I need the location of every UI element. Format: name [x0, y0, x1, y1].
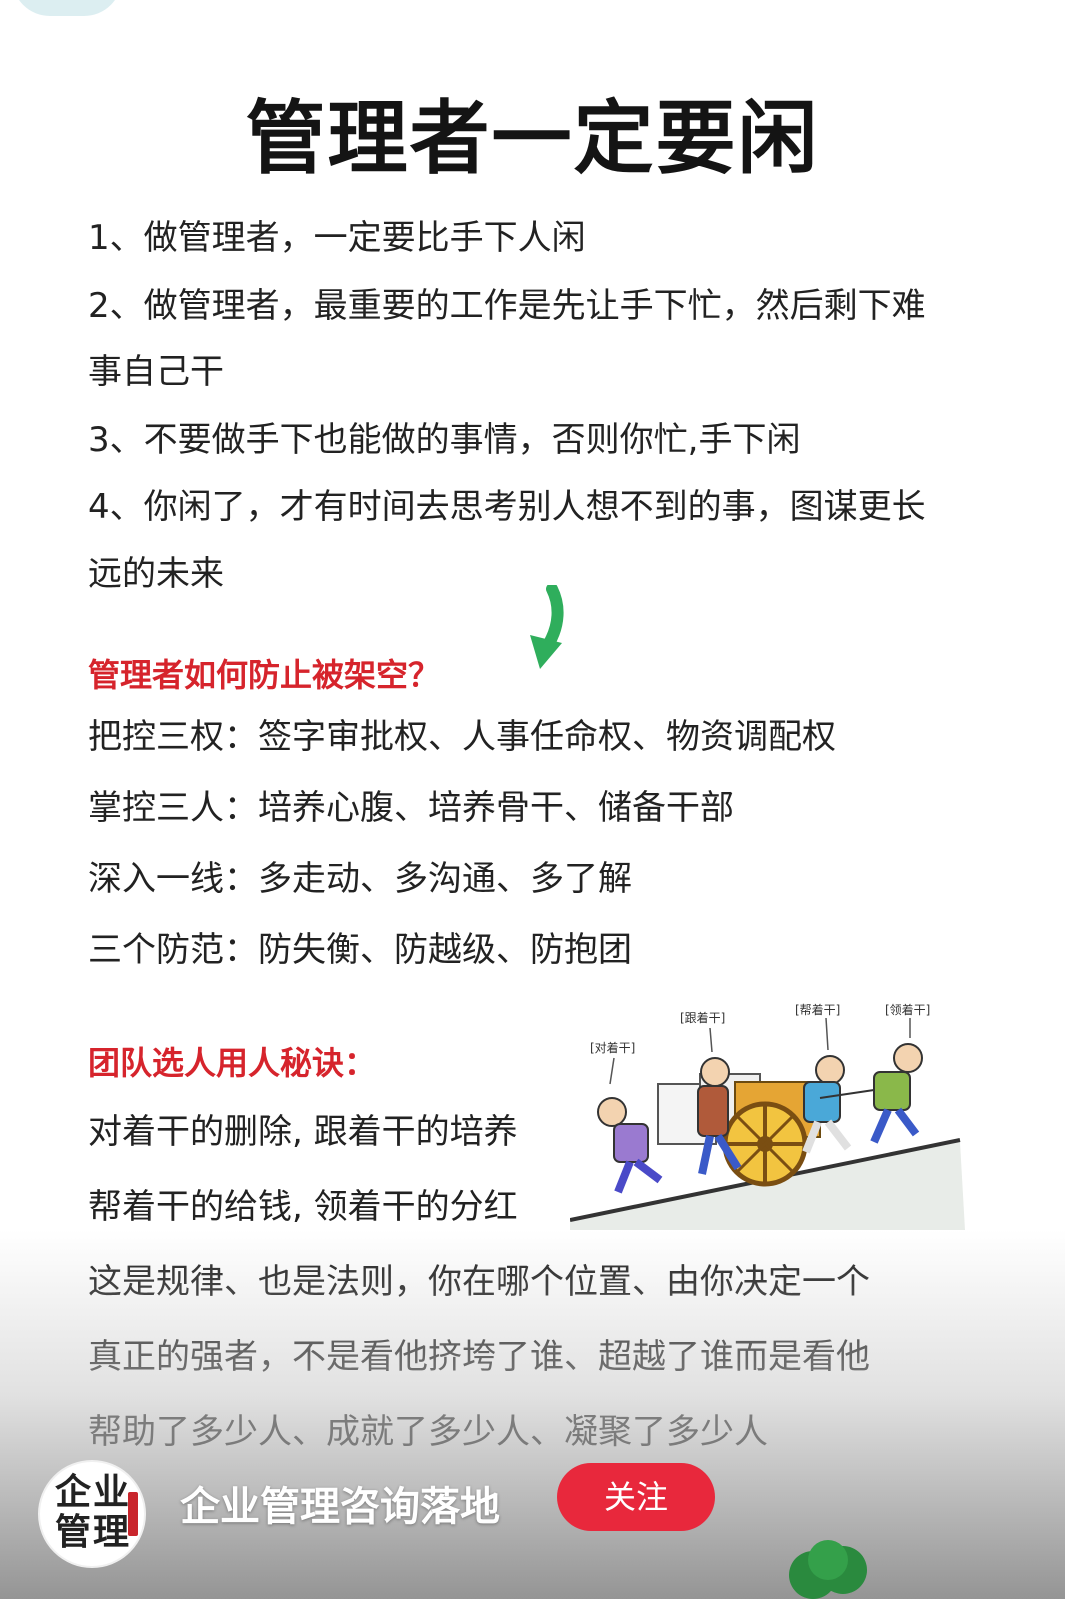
point-line: 事自己干	[88, 352, 224, 392]
list-item: 真正的强者，不是看他挤垮了谁、超越了谁而是看他	[88, 1337, 870, 1377]
illustration-label: [跟着干]	[680, 1010, 725, 1025]
avatar-logo-text: 企业管理	[54, 1471, 131, 1553]
list-item: 掌控三人：培养心腹、培养骨干、储备干部	[88, 788, 734, 828]
cart-pushing-illustration: [对着干] [跟着干] [帮着干] [领着干]	[570, 1002, 965, 1230]
video-author-bar	[0, 1455, 1065, 1599]
list-item: 三个防范：防失衡、防越级、防抱团	[88, 930, 632, 970]
green-arrow-icon	[530, 585, 564, 669]
illustration-label: [领着干]	[885, 1002, 930, 1017]
seal-stamp-icon	[128, 1492, 138, 1536]
section-heading: 管理者如何防止被架空？	[88, 656, 441, 694]
section-heading: 团队选人用人秘诀：	[88, 1044, 377, 1082]
list-item: 对着干的删除, 跟着干的培养	[88, 1112, 518, 1152]
channel-name[interactable]: 企业管理咨询落地	[180, 1474, 500, 1532]
point-line: 3、不要做手下也能做的事情，否则你忙,手下闲	[88, 420, 801, 460]
list-item: 帮助了多少人、成就了多少人、凝聚了多少人	[88, 1412, 768, 1452]
illustration-label: [帮着干]	[795, 1002, 840, 1017]
list-item: 把控三权：签字审批权、人事任命权、物资调配权	[88, 717, 836, 757]
page-title: 管理者一定要闲	[245, 92, 820, 185]
list-item: 深入一线：多走动、多沟通、多了解	[88, 859, 632, 899]
list-item: 这是规律、也是法则，你在哪个位置、由你决定一个	[88, 1262, 870, 1302]
channel-avatar[interactable]: 企业管理	[38, 1460, 146, 1568]
list-item: 帮着干的给钱, 领着干的分红	[88, 1187, 518, 1227]
follow-button[interactable]: 关注	[557, 1463, 715, 1531]
point-line: 1、做管理者，一定要比手下人闲	[88, 218, 586, 258]
decorative-cloud	[12, 0, 122, 16]
illustration-label: [对着干]	[590, 1040, 635, 1055]
point-line: 4、你闲了，才有时间去思考别人想不到的事，图谋更长	[88, 487, 926, 527]
green-cloud-icon	[789, 1540, 867, 1599]
point-line: 远的未来	[88, 554, 224, 594]
point-line: 2、做管理者，最重要的工作是先让手下忙，然后剩下难	[88, 286, 926, 326]
